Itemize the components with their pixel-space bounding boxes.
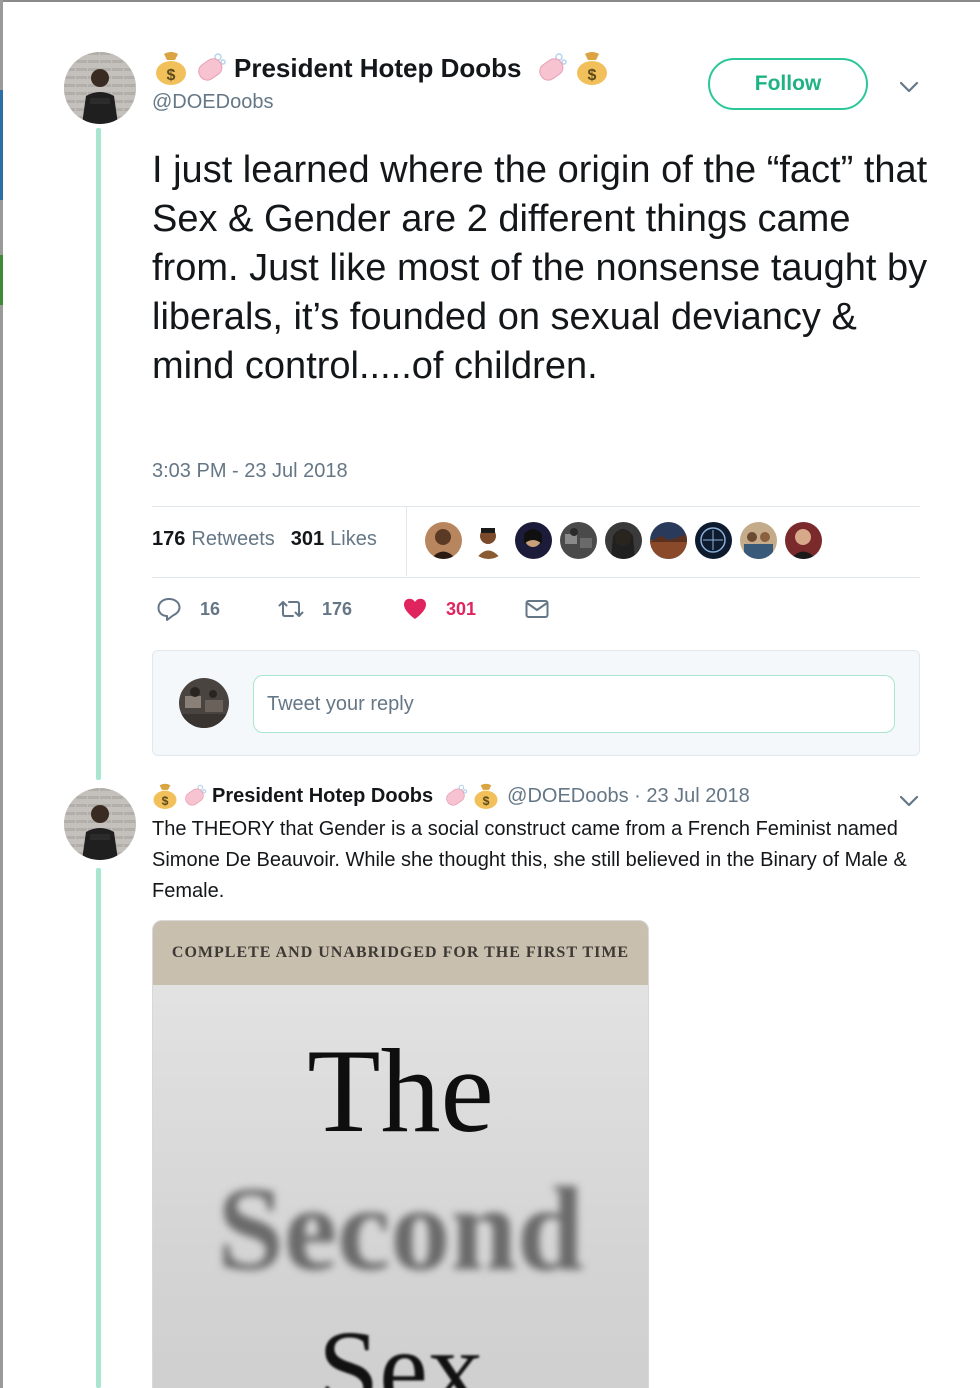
svg-text:$: $ — [588, 67, 597, 84]
money-bag-icon: $ — [575, 50, 609, 86]
liker-avatar[interactable] — [470, 522, 507, 559]
tweet-stats: 176 Retweets 301 Likes — [152, 528, 377, 551]
retweet-action[interactable]: 176 — [278, 596, 402, 622]
chevron-down-icon[interactable] — [898, 80, 920, 94]
divider — [152, 577, 920, 578]
tweet-image-book-cover[interactable]: COMPLETE AND UNABRIDGED FOR THE FIRST TI… — [152, 920, 649, 1388]
reply-action[interactable]: 16 — [156, 596, 278, 622]
like-action[interactable]: 301 — [402, 596, 524, 622]
reply-count: 16 — [200, 598, 221, 619]
background-window-strip — [0, 90, 3, 200]
svg-text:$: $ — [167, 67, 176, 84]
author-handle[interactable]: @DOEDoobs — [152, 91, 273, 114]
envelope-icon — [525, 600, 549, 618]
svg-text:$: $ — [483, 794, 490, 808]
divider — [406, 506, 407, 576]
book-title-line: The — [307, 1024, 494, 1157]
likes-stat[interactable]: 301 Likes — [291, 528, 377, 551]
money-bag-icon: $ — [154, 50, 188, 86]
tweet-actions: 16 176 301 — [156, 596, 550, 622]
book-title-line: Sex — [318, 1308, 483, 1388]
window-top-border — [0, 0, 980, 2]
reply-handle-date[interactable]: @DOEDoobs · 23 Jul 2018 — [507, 785, 750, 808]
money-bag-icon: $ — [473, 782, 499, 810]
liker-avatar[interactable] — [740, 522, 777, 559]
book-title-line: Second — [217, 1162, 584, 1295]
avatar — [179, 678, 229, 728]
reply-author-display-name[interactable]: President Hotep Doobs — [212, 785, 433, 808]
like-count: 301 — [446, 598, 477, 619]
liker-avatar[interactable] — [650, 522, 687, 559]
book-cover-band: COMPLETE AND UNABRIDGED FOR THE FIRST TI… — [153, 921, 648, 985]
book-band-text: COMPLETE AND UNABRIDGED FOR THE FIRST TI… — [171, 944, 630, 961]
soap-icon — [535, 51, 569, 85]
likes-label: Likes — [330, 528, 377, 550]
author-display-name[interactable]: President Hotep Doobs — [234, 53, 521, 84]
soap-icon — [182, 783, 208, 809]
liker-avatar[interactable] — [425, 522, 462, 559]
soap-icon — [443, 783, 469, 809]
liker-avatar[interactable] — [785, 522, 822, 559]
window-left-border — [0, 0, 3, 1388]
liker-avatar[interactable] — [695, 522, 732, 559]
direct-message-action[interactable] — [524, 596, 550, 622]
money-bag-icon: $ — [152, 782, 178, 810]
reply-input[interactable] — [253, 675, 895, 733]
retweet-icon — [278, 601, 304, 617]
tweet-timestamp[interactable]: 3:03 PM - 23 Jul 2018 — [152, 460, 348, 483]
avatar[interactable] — [64, 788, 136, 860]
liker-avatars — [425, 522, 822, 559]
heart-icon — [404, 598, 426, 619]
thread-connector-line — [96, 868, 101, 1388]
svg-text:$: $ — [162, 794, 169, 808]
chevron-down-icon[interactable] — [898, 794, 920, 808]
avatar[interactable] — [64, 52, 136, 124]
background-window-strip — [0, 255, 3, 305]
follow-button[interactable]: Follow — [708, 58, 868, 110]
retweets-label: Retweets — [191, 528, 275, 550]
soap-icon — [194, 51, 228, 85]
thread-connector-line — [96, 128, 101, 780]
author-name-row[interactable]: $ President Hotep Doobs $ — [154, 50, 609, 86]
retweets-stat[interactable]: 176 Retweets — [152, 528, 275, 551]
reply-icon — [157, 598, 181, 621]
liker-avatar[interactable] — [605, 522, 642, 559]
reply-tweet-header: $ President Hotep Doobs $ @DOEDoobs · 23… — [152, 782, 750, 810]
liker-avatar[interactable] — [560, 522, 597, 559]
divider — [152, 506, 920, 507]
retweets-count: 176 — [152, 528, 186, 550]
tweet-text: I just learned where the origin of the “… — [152, 149, 928, 387]
likes-count: 301 — [290, 528, 325, 550]
liker-avatar[interactable] — [515, 522, 552, 559]
retweet-count: 176 — [322, 598, 353, 619]
reply-composer — [152, 650, 920, 756]
reply-tweet-text: The THEORY that Gender is a social const… — [152, 818, 907, 902]
